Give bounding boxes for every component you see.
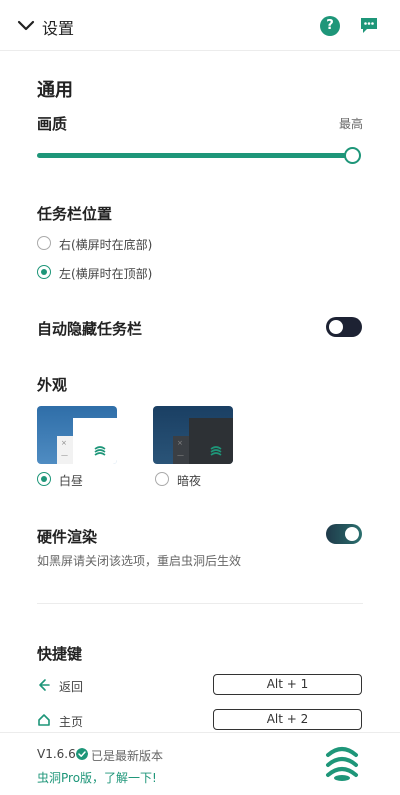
pro-version-link[interactable]: 虫洞Pro版，了解一下! <box>37 769 157 786</box>
toggle-knob <box>345 527 359 541</box>
quality-slider-thumb[interactable] <box>344 147 361 164</box>
settings-footer: V1.6.6 已是最新版本 虫洞Pro版，了解一下! <box>0 732 400 795</box>
hw-render-label: 硬件渲染 <box>37 528 98 546</box>
taskbar-right-radio[interactable] <box>37 236 51 250</box>
settings-header: 设置 ? <box>0 0 400 51</box>
back-arrow-icon <box>39 679 50 691</box>
taskbar-left-label[interactable]: 左(横屏时在顶部) <box>59 265 152 282</box>
shortcut-back-label: 返回 <box>59 680 84 694</box>
hw-render-description: 如黑屏请关闭该选项，重启虫洞后生效 <box>37 554 242 568</box>
section-divider <box>37 603 363 604</box>
version-text: V1.6.6 <box>37 747 76 761</box>
question-icon[interactable]: ? <box>320 16 340 36</box>
quality-value-label: 最高 <box>339 117 364 131</box>
wormhole-brand-logo-icon <box>326 747 358 781</box>
section-title-general: 通用 <box>37 80 73 101</box>
quality-slider[interactable] <box>37 147 361 164</box>
hw-render-toggle[interactable] <box>326 524 362 544</box>
theme-light-preview[interactable]: × — <box>37 406 117 464</box>
shortcut-home-label: 主页 <box>59 715 84 729</box>
taskbar-position-title: 任务栏位置 <box>37 205 113 223</box>
theme-light-radio[interactable] <box>37 472 51 486</box>
taskbar-left-radio[interactable] <box>37 265 51 279</box>
preview-close-glyph: × <box>177 439 183 447</box>
preview-minimize-glyph: — <box>61 451 68 459</box>
chevron-down-icon[interactable] <box>16 17 36 35</box>
wormhole-logo-icon <box>210 446 222 456</box>
auto-hide-label: 自动隐藏任务栏 <box>37 320 143 338</box>
theme-light-label[interactable]: 白昼 <box>59 472 83 489</box>
home-icon <box>38 714 50 726</box>
preview-close-glyph: × <box>61 439 67 447</box>
theme-dark-preview[interactable]: × — <box>153 406 233 464</box>
auto-hide-toggle[interactable] <box>326 317 362 337</box>
check-circle-icon <box>76 748 88 760</box>
settings-content[interactable]: 通用 画质 最高 任务栏位置 右(横屏时在底部) 左(横屏时在顶部) 自动隐藏任… <box>0 52 400 732</box>
update-status: 已是最新版本 <box>91 749 164 763</box>
quality-label: 画质 <box>37 115 68 133</box>
quality-slider-fill <box>37 153 353 158</box>
shortcut-home-key[interactable]: Alt + 2 <box>213 709 362 730</box>
chat-bubble-icon[interactable] <box>359 15 379 35</box>
appearance-title: 外观 <box>37 376 68 394</box>
preview-minimize-glyph: — <box>177 451 184 459</box>
toggle-knob <box>329 320 343 334</box>
page-title: 设置 <box>42 19 75 38</box>
shortcut-back-key[interactable]: Alt + 1 <box>213 674 362 695</box>
theme-dark-radio[interactable] <box>155 472 169 486</box>
taskbar-right-label[interactable]: 右(横屏时在底部) <box>59 236 152 253</box>
wormhole-logo-icon <box>94 446 106 456</box>
theme-dark-label[interactable]: 暗夜 <box>177 472 201 489</box>
shortcuts-title: 快捷键 <box>37 645 83 663</box>
